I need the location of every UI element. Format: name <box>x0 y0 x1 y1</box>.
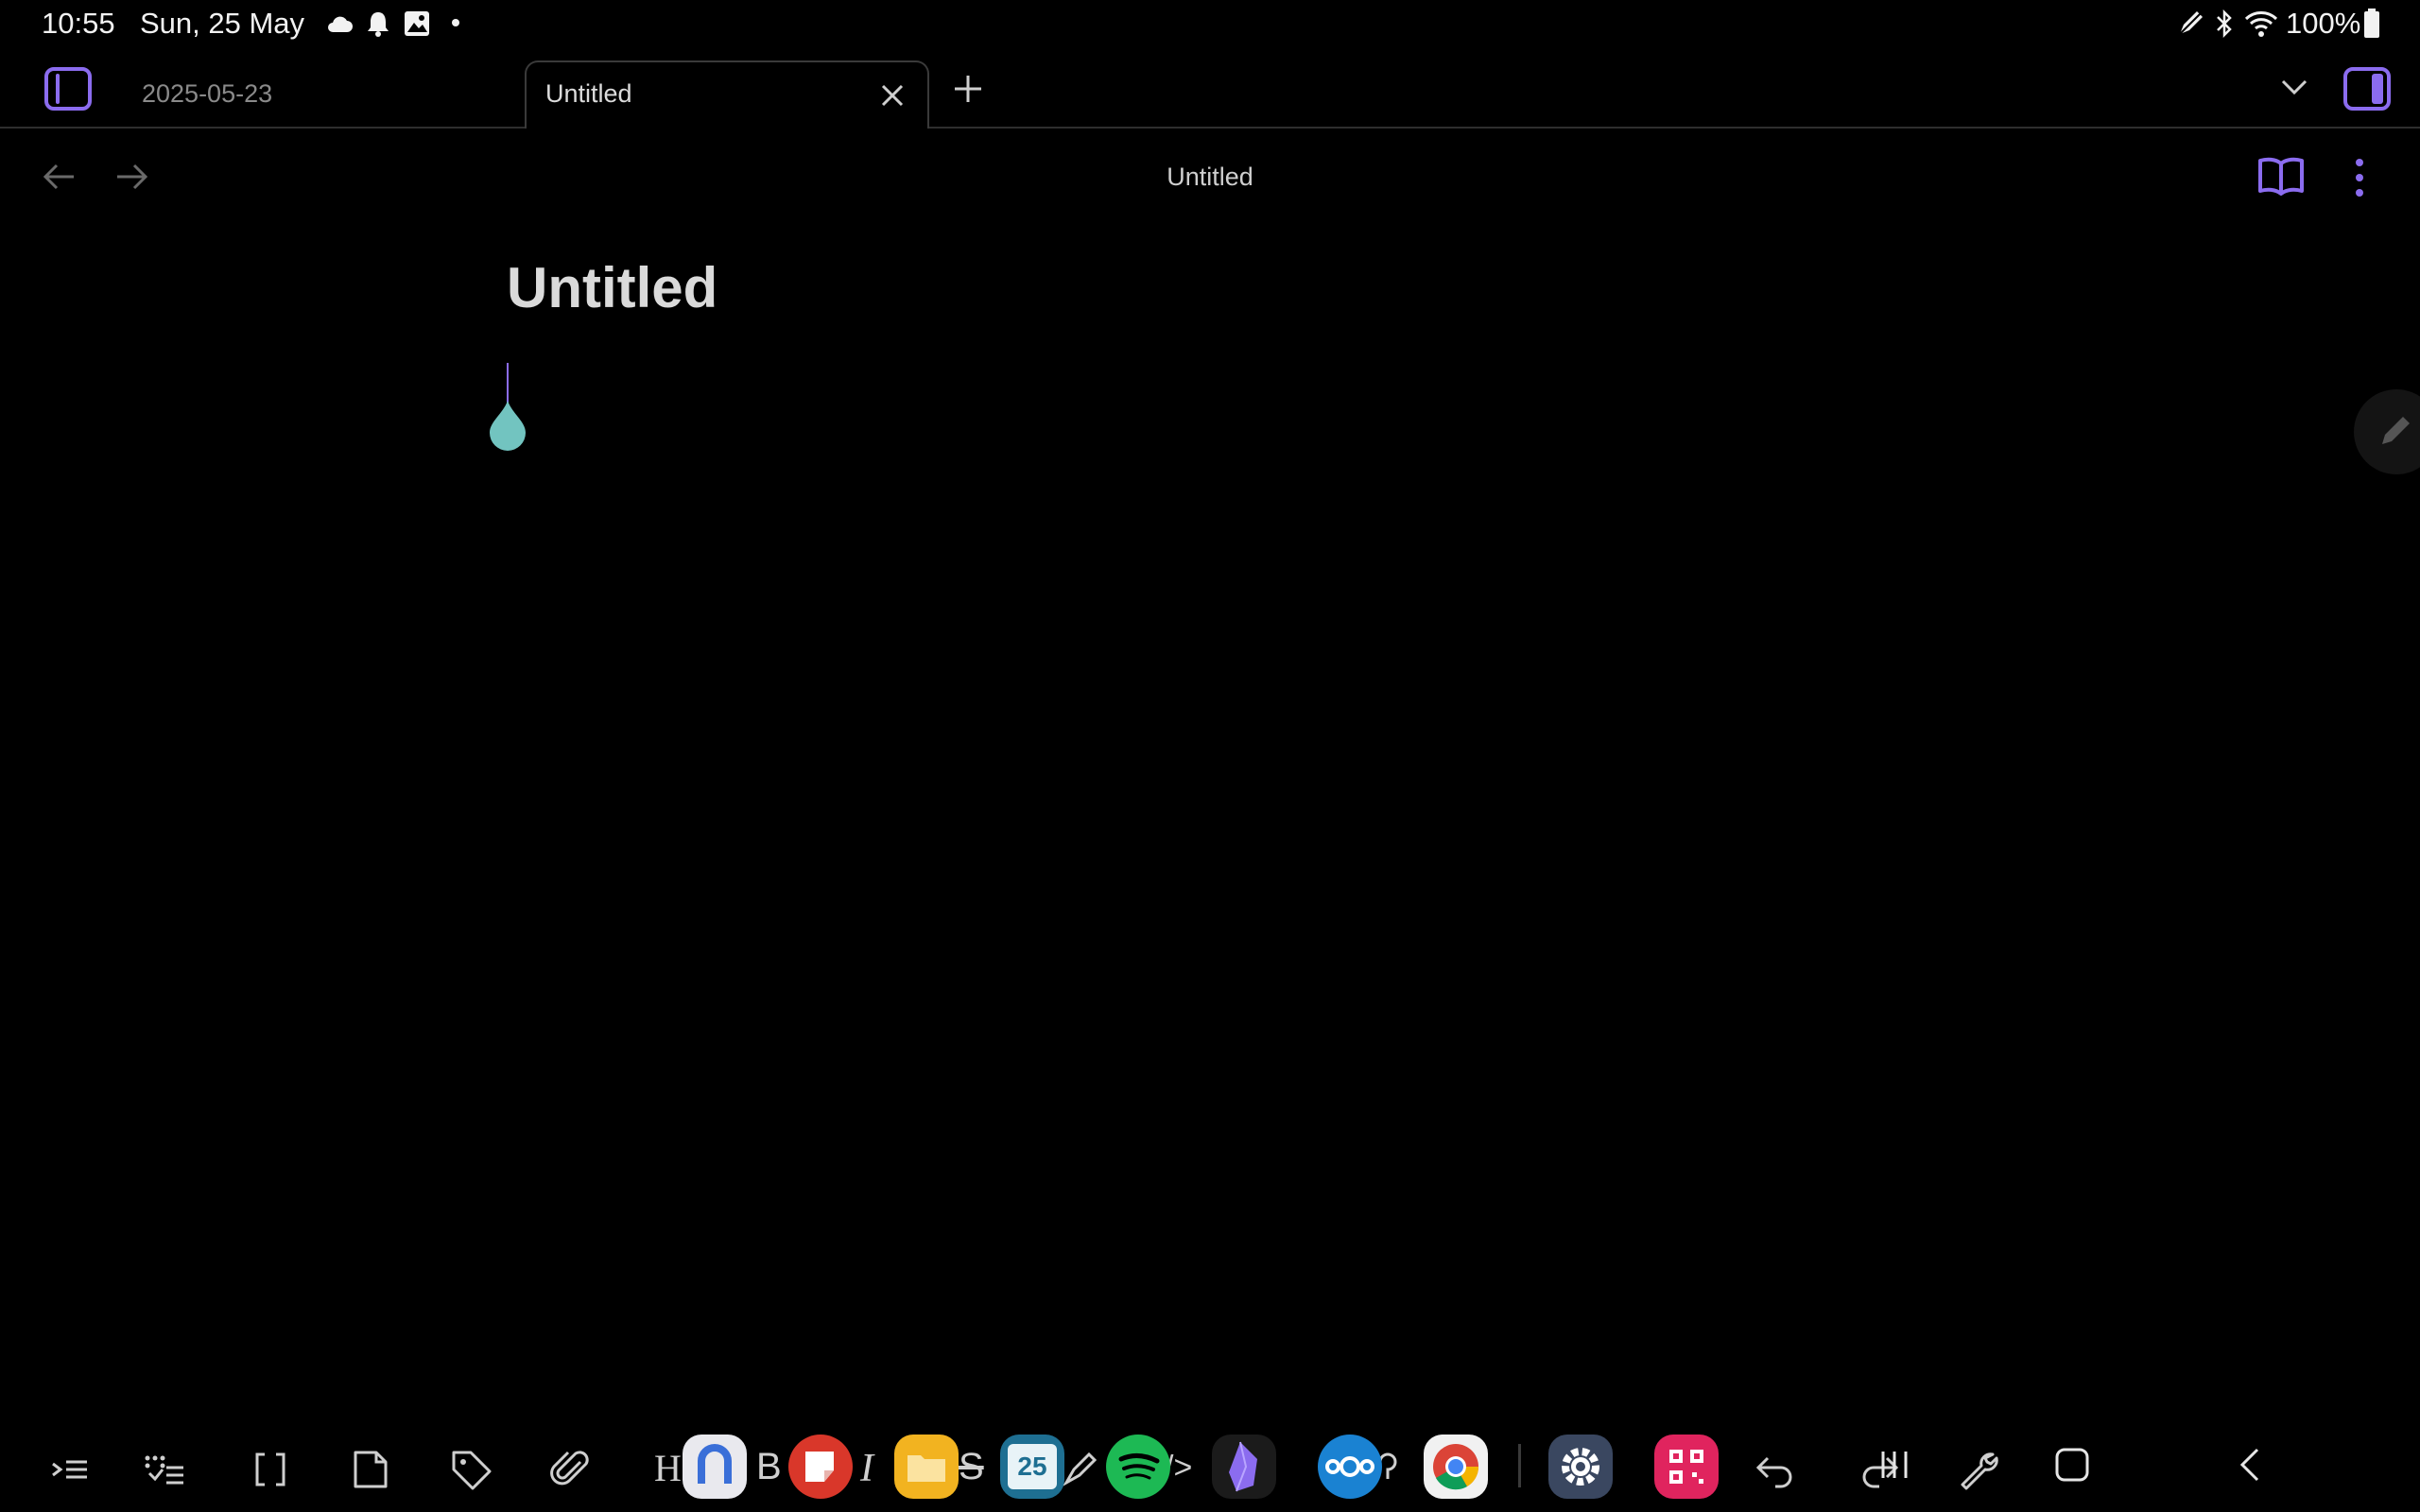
wrench-icon[interactable] <box>1951 1441 2008 1498</box>
edit-fab[interactable] <box>2354 389 2420 474</box>
bell-icon <box>365 9 391 38</box>
obsidian-app-icon[interactable] <box>1212 1435 1276 1499</box>
files-app-icon[interactable] <box>894 1435 959 1499</box>
undo-icon[interactable] <box>1747 1441 1804 1498</box>
strikethrough-icon[interactable]: S <box>959 1446 984 1488</box>
spotify-app-icon[interactable] <box>1106 1435 1170 1499</box>
home-icon[interactable] <box>2053 1446 2091 1484</box>
reading-view-icon[interactable] <box>2257 155 2305 197</box>
battery-percent: 100% <box>2286 7 2361 40</box>
tab-2025-05-23[interactable]: 2025-05-23 <box>123 62 520 127</box>
status-bar: 10:55 Sun, 25 May 100% <box>0 0 2420 49</box>
pen-icon <box>2176 9 2204 38</box>
tab-untitled[interactable]: Untitled <box>525 60 929 129</box>
tag-icon[interactable] <box>442 1441 499 1498</box>
note-body[interactable] <box>482 363 577 457</box>
tab-label: 2025-05-23 <box>142 79 273 108</box>
recent-apps-icon[interactable] <box>1876 1446 1913 1484</box>
calendar-app-icon[interactable]: 25 <box>1000 1435 1064 1499</box>
qr-app-icon[interactable] <box>1654 1435 1719 1499</box>
chrome-app-icon[interactable] <box>1424 1435 1488 1499</box>
back-nav-icon[interactable] <box>2231 1446 2269 1484</box>
image-icon <box>403 9 431 38</box>
dock-divider <box>1518 1444 1521 1487</box>
tab-label: Untitled <box>545 79 632 108</box>
indent-icon[interactable] <box>42 1441 98 1498</box>
paperclip-icon[interactable] <box>543 1441 599 1498</box>
chevron-down-icon[interactable] <box>2278 76 2310 98</box>
nextcloud-app-icon[interactable] <box>1318 1435 1382 1499</box>
left-sidebar-toggle-icon[interactable] <box>43 66 93 112</box>
pencil-icon <box>2377 412 2414 450</box>
status-date: Sun, 25 May <box>140 7 305 40</box>
settings-app-icon[interactable] <box>1548 1435 1613 1499</box>
checklist-icon[interactable] <box>136 1441 193 1498</box>
dot-icon <box>452 19 459 26</box>
battery-icon <box>2363 9 2380 39</box>
nova-app-icon[interactable] <box>683 1435 747 1499</box>
file-icon[interactable] <box>342 1441 399 1498</box>
heading-icon[interactable]: H <box>654 1446 682 1490</box>
right-sidebar-toggle-icon[interactable] <box>2342 66 2392 112</box>
bluetooth-icon <box>2214 9 2235 38</box>
cursor-handle-icon[interactable] <box>484 399 531 454</box>
tab-divider <box>0 127 2420 129</box>
status-time: 10:55 <box>42 7 115 40</box>
more-options-icon[interactable] <box>2354 157 2365 198</box>
notes-app-icon[interactable] <box>788 1435 853 1499</box>
calendar-day: 25 <box>1008 1444 1057 1489</box>
italic-icon[interactable]: I <box>860 1446 873 1491</box>
view-title: Untitled <box>1167 163 1253 191</box>
cloud-icon <box>325 13 354 36</box>
close-tab-icon[interactable] <box>878 81 907 110</box>
note-title[interactable]: Untitled <box>507 255 717 320</box>
bold-icon[interactable]: B <box>756 1446 782 1488</box>
brackets-icon[interactable] <box>242 1441 299 1498</box>
wifi-icon <box>2244 9 2278 38</box>
new-tab-icon[interactable] <box>951 72 985 106</box>
